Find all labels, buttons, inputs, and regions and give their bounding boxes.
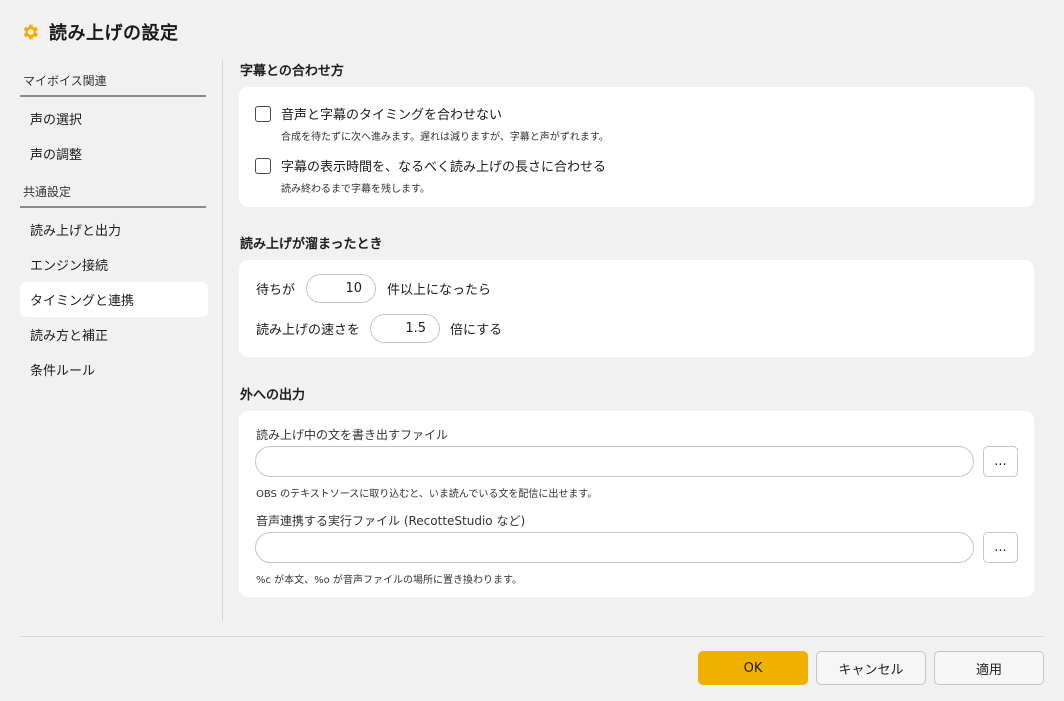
match-duration-label: 字幕の表示時間を、なるべく読み上げの長さに合わせる — [281, 160, 607, 175]
match-duration-checkbox[interactable] — [255, 157, 271, 174]
sidebar-item-timing-integration[interactable]: タイミングと連携 — [20, 282, 208, 317]
sidebar-item-condition-rules[interactable]: 条件ルール — [20, 352, 208, 387]
no-sync-hint: 合成を待たずに次へ進みます。遅れは減りますが、字幕と声がずれます。 — [281, 132, 609, 143]
backlog-threshold-input[interactable]: 10 — [306, 274, 377, 303]
backlog-threshold-prefix: 待ちが — [256, 283, 296, 298]
section-title-output: 外への出力 — [240, 388, 306, 403]
section-title-subtitle-sync: 字幕との合わせ方 — [240, 64, 344, 79]
no-sync-checkbox[interactable] — [255, 105, 271, 122]
backlog-threshold-row: 待ちが 10 件以上になったら — [256, 274, 491, 303]
sidebar: マイボイス関連 声の選択 声の調整 共通設定 読み上げと出力 エンジン接続 タイ… — [20, 60, 208, 387]
backlog-threshold-suffix: 件以上になったら — [387, 283, 492, 298]
sidebar-item-voice-select[interactable]: 声の選択 — [20, 101, 208, 136]
option-no-sync-row[interactable]: 音声と字幕のタイミングを合わせない — [255, 104, 502, 123]
option-match-duration-row[interactable]: 字幕の表示時間を、なるべく読み上げの長さに合わせる — [255, 156, 606, 175]
sidebar-item-engine-connection[interactable]: エンジン接続 — [20, 247, 208, 282]
sidebar-group-header-myvoice: マイボイス関連 — [20, 60, 206, 97]
speed-multiplier-row: 読み上げの速さを 1.5 倍にする — [256, 314, 502, 343]
sidebar-item-reading-output[interactable]: 読み上げと出力 — [20, 212, 208, 247]
section-title-backlog: 読み上げが溜まったとき — [240, 237, 383, 252]
subtitle-sync-card: 音声と字幕のタイミングを合わせない 合成を待たずに次へ進みます。遅れは減りますが… — [239, 87, 1034, 207]
cancel-button[interactable]: キャンセル — [816, 651, 926, 685]
output-file-browse-button[interactable]: ... — [983, 446, 1018, 477]
match-duration-hint: 読み終わるまで字幕を残します。 — [281, 184, 430, 195]
speed-multiplier-input[interactable]: 1.5 — [370, 314, 441, 343]
ok-button[interactable]: OK — [698, 651, 808, 685]
exe-file-browse-button[interactable]: ... — [983, 532, 1018, 563]
exe-file-hint: %c が本文、%o が音声ファイルの場所に置き換わります。 — [256, 575, 522, 586]
exe-file-input[interactable] — [255, 532, 974, 563]
exe-file-label: 音声連携する実行ファイル (RecotteStudio など) — [256, 514, 526, 528]
output-file-label: 読み上げ中の文を書き出すファイル — [256, 428, 449, 442]
sidebar-group-header-common: 共通設定 — [20, 171, 206, 208]
sidebar-item-reading-correction[interactable]: 読み方と補正 — [20, 317, 208, 352]
footer-divider — [20, 636, 1044, 637]
sidebar-item-voice-adjust[interactable]: 声の調整 — [20, 136, 208, 171]
no-sync-label: 音声と字幕のタイミングを合わせない — [281, 108, 503, 123]
window-title: 読み上げの設定 — [49, 23, 179, 44]
gear-icon — [23, 24, 38, 40]
backlog-card: 待ちが 10 件以上になったら 読み上げの速さを 1.5 倍にする — [239, 260, 1034, 357]
window-title-bar: 読み上げの設定 — [20, 18, 179, 46]
output-card: 読み上げ中の文を書き出すファイル ... OBS のテキストソースに取り込むと、… — [239, 411, 1034, 597]
apply-button[interactable]: 適用 — [934, 651, 1044, 685]
output-file-hint: OBS のテキストソースに取り込むと、いま読んでいる文を配信に出せます。 — [256, 489, 598, 500]
speed-multiplier-prefix: 読み上げの速さを — [256, 323, 361, 338]
sidebar-divider — [222, 60, 223, 621]
speed-multiplier-suffix: 倍にする — [450, 323, 503, 338]
output-file-input[interactable] — [255, 446, 974, 477]
